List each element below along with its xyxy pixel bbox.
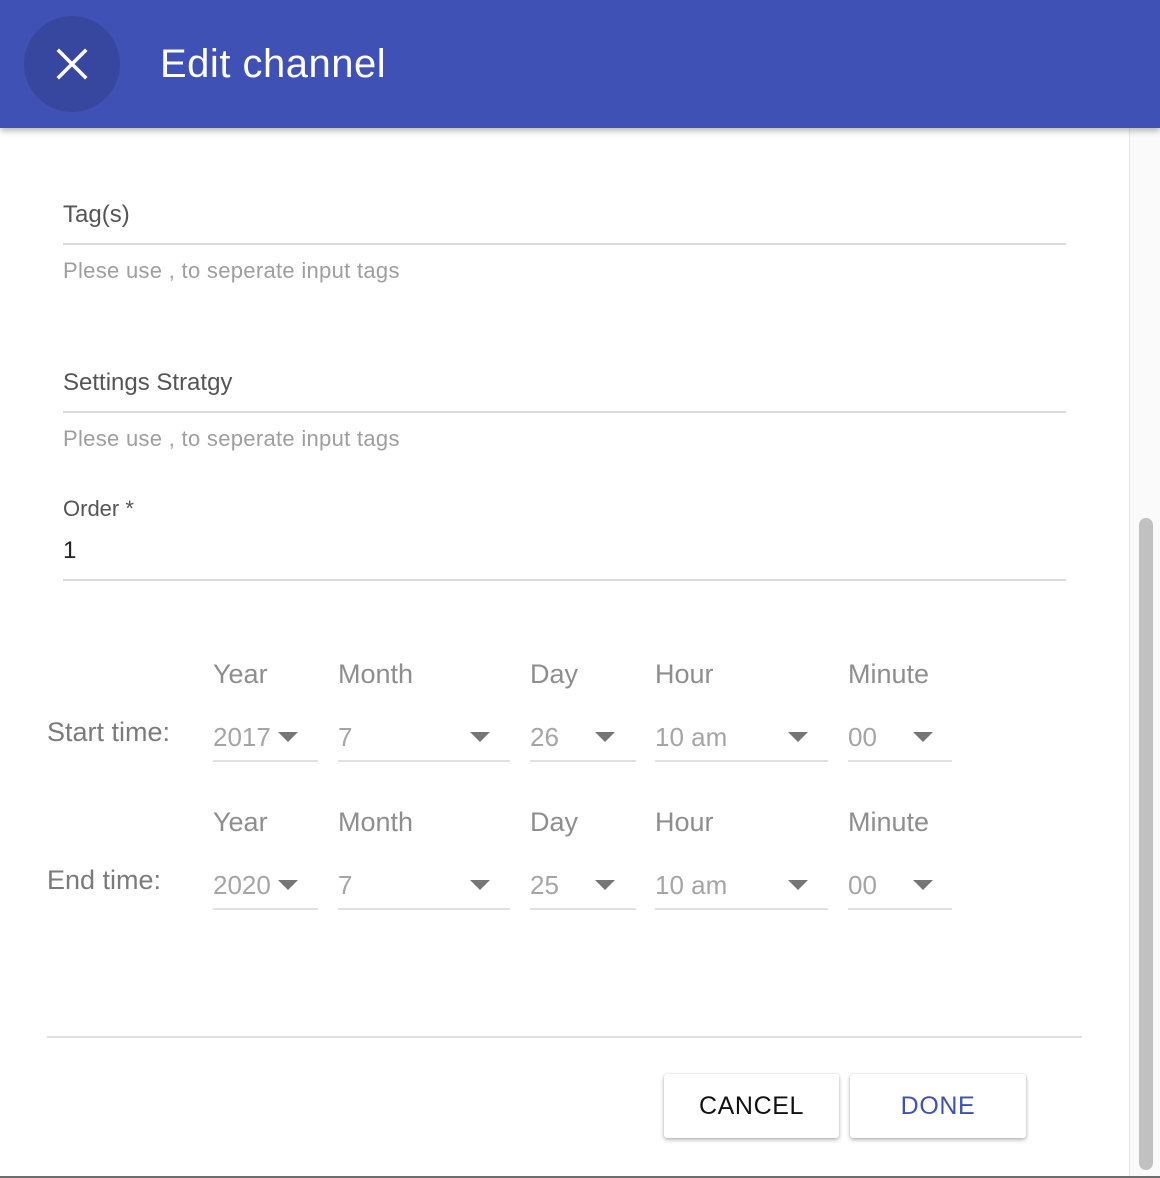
end-hour-select[interactable]: 10 am	[655, 868, 828, 910]
dropdown-arrow-icon	[470, 880, 490, 890]
end-day-select[interactable]: 25	[530, 868, 636, 910]
end-month-header: Month	[338, 807, 414, 837]
dropdown-arrow-icon	[595, 880, 615, 890]
end-hour-value: 10 am	[655, 870, 728, 900]
settings-strategy-input-underline[interactable]	[63, 411, 1066, 413]
tags-hint: Plese use , to seperate input tags	[63, 258, 400, 283]
dropdown-arrow-icon	[913, 880, 933, 890]
order-input-underline	[63, 579, 1066, 581]
end-time-label: End time:	[47, 865, 162, 895]
start-day-header: Day	[530, 659, 579, 689]
dialog-header: Edit channel	[0, 0, 1160, 128]
end-year-header: Year	[213, 807, 268, 837]
end-minute-value: 00	[848, 870, 877, 900]
start-minute-select[interactable]: 00	[848, 720, 952, 762]
done-button[interactable]: DONE	[850, 1074, 1026, 1138]
settings-strategy-field[interactable]: Settings Stratgy Plese use , to seperate…	[63, 364, 1066, 464]
end-day-header: Day	[530, 807, 579, 837]
settings-strategy-label: Settings Stratgy	[63, 369, 233, 396]
start-day-value: 26	[530, 722, 559, 752]
end-hour-header: Hour	[655, 807, 714, 837]
start-day-select[interactable]: 26	[530, 720, 636, 762]
end-day-value: 25	[530, 870, 559, 900]
tags-field[interactable]: Tag(s) Plese use , to seperate input tag…	[63, 196, 1066, 296]
end-month-select[interactable]: 7	[338, 868, 510, 910]
tags-input-underline[interactable]	[63, 243, 1066, 245]
dropdown-arrow-icon	[278, 880, 298, 890]
actions-divider	[47, 1036, 1082, 1038]
start-year-value: 2017	[213, 722, 271, 752]
scrollbar-thumb[interactable]	[1139, 518, 1153, 1170]
dropdown-arrow-icon	[278, 732, 298, 742]
start-minute-value: 00	[848, 722, 877, 752]
start-month-value: 7	[338, 722, 353, 752]
order-label: Order *	[63, 496, 134, 521]
start-year-header: Year	[213, 659, 268, 689]
end-year-select[interactable]: 2020	[213, 868, 318, 910]
settings-strategy-hint: Plese use , to seperate input tags	[63, 426, 400, 451]
order-field[interactable]: Order * 1	[63, 492, 1066, 584]
cancel-button[interactable]: CANCEL	[664, 1074, 839, 1138]
order-input[interactable]: 1	[63, 537, 76, 565]
close-icon	[56, 48, 88, 80]
dialog-title: Edit channel	[160, 42, 387, 86]
end-minute-select[interactable]: 00	[848, 868, 952, 910]
start-hour-value: 10 am	[655, 722, 728, 752]
start-month-select[interactable]: 7	[338, 720, 510, 762]
start-time-label: Start time:	[47, 717, 171, 747]
dropdown-arrow-icon	[470, 732, 490, 742]
end-month-value: 7	[338, 870, 353, 900]
start-minute-header: Minute	[848, 659, 930, 689]
start-hour-select[interactable]: 10 am	[655, 720, 828, 762]
close-button[interactable]	[24, 16, 120, 112]
start-year-select[interactable]: 2017	[213, 720, 318, 762]
start-month-header: Month	[338, 659, 414, 689]
end-year-value: 2020	[213, 870, 271, 900]
tags-label: Tag(s)	[63, 201, 130, 228]
dropdown-arrow-icon	[788, 732, 808, 742]
start-hour-header: Hour	[655, 659, 714, 689]
dropdown-arrow-icon	[913, 732, 933, 742]
end-minute-header: Minute	[848, 807, 930, 837]
dropdown-arrow-icon	[788, 880, 808, 890]
dropdown-arrow-icon	[595, 732, 615, 742]
